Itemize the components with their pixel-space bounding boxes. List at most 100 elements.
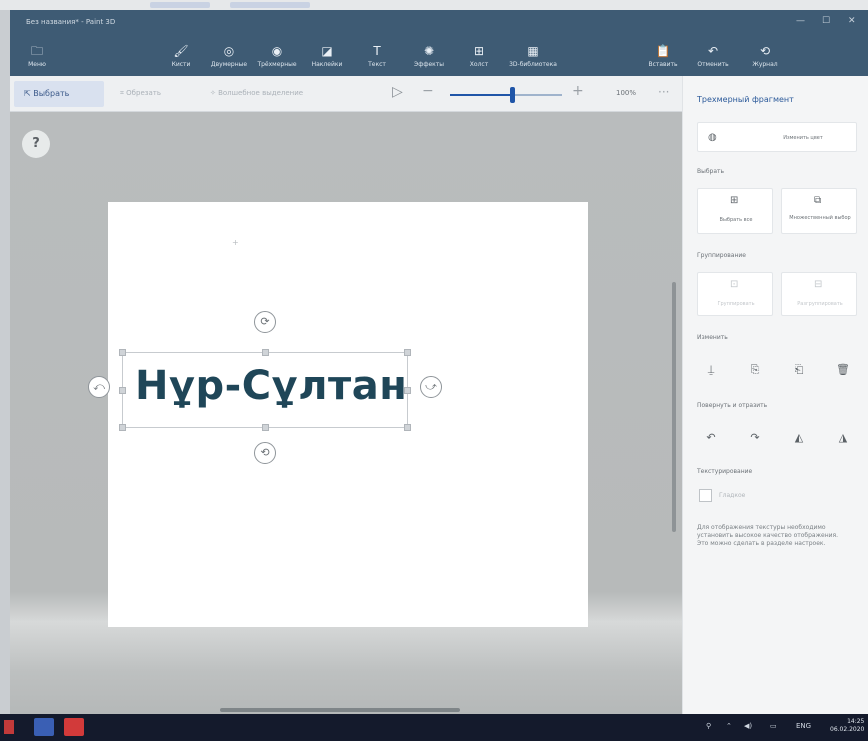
history-button[interactable]: ⟲ Журнал bbox=[738, 44, 792, 68]
select-tool-button[interactable]: ⇱ Выбрать bbox=[14, 81, 104, 107]
text-button[interactable]: T Текст bbox=[350, 44, 404, 68]
select-all-icon: ⊞ bbox=[730, 195, 739, 206]
shapes-3d-icon: ◉ bbox=[271, 44, 283, 58]
folder-icon: 🗀 bbox=[30, 44, 43, 58]
magic-select-button[interactable]: ✧ Волшебное выделение bbox=[210, 89, 303, 97]
help-button[interactable]: ? bbox=[22, 130, 50, 158]
browser-strip bbox=[0, 0, 868, 10]
resize-handle[interactable] bbox=[262, 424, 269, 431]
align-left-icon[interactable]: ⍊ bbox=[697, 358, 725, 382]
undo-button[interactable]: ↶ Отменить bbox=[686, 44, 740, 68]
magic-select-icon: ✧ bbox=[210, 89, 219, 97]
start-icon[interactable] bbox=[4, 720, 14, 734]
minimize-button[interactable]: — bbox=[796, 16, 805, 26]
texture-description: Для отображения текстуры необходимо уста… bbox=[697, 524, 839, 547]
zoom-slider[interactable] bbox=[450, 87, 562, 103]
rotate-y-handle[interactable]: ⤺ bbox=[88, 376, 110, 398]
rotate-left-icon[interactable]: ↶ bbox=[697, 426, 725, 450]
text-icon: T bbox=[373, 44, 381, 58]
resize-handle[interactable] bbox=[119, 424, 126, 431]
horizontal-scrollbar[interactable] bbox=[220, 708, 460, 712]
resize-handle[interactable] bbox=[404, 424, 411, 431]
resize-handle[interactable] bbox=[404, 349, 411, 356]
rotate-right-icon[interactable]: ↷ bbox=[741, 426, 769, 450]
drawing-canvas[interactable]: + Нұр-Сұлтан ⟳ ⟲ ⤺ ⤻ bbox=[88, 202, 588, 627]
smooth-checkbox[interactable] bbox=[699, 489, 712, 502]
edit-color-button[interactable]: ◍ Изменить цвет bbox=[697, 122, 857, 152]
depth-handle[interactable]: ⤻ bbox=[420, 376, 442, 398]
multi-select-icon: ⧉ bbox=[814, 195, 822, 206]
play-icon[interactable]: ▷ bbox=[392, 84, 403, 100]
zoom-in-button[interactable]: + bbox=[572, 83, 584, 99]
browser-tab[interactable] bbox=[150, 2, 210, 8]
app-icon[interactable] bbox=[34, 718, 54, 736]
shapes-3d-button[interactable]: ◉ Трёхмерные bbox=[250, 44, 304, 68]
brushes-button[interactable]: 🖌 Кисти bbox=[154, 44, 208, 68]
zoom-value: 100% bbox=[616, 89, 637, 97]
section-flip-label: Изменить bbox=[697, 334, 728, 341]
rotate-z-handle[interactable]: ⟳ bbox=[254, 311, 276, 333]
library-button[interactable]: ▦ 3D-библиотека bbox=[506, 44, 560, 68]
canvas-icon: ⊞ bbox=[473, 44, 485, 58]
effects-label: Эффекты bbox=[414, 61, 444, 68]
canvas-button[interactable]: ⊞ Холст bbox=[452, 44, 506, 68]
undo-icon: ↶ bbox=[707, 44, 719, 58]
flip-horizontal-icon[interactable]: ◭ bbox=[785, 426, 813, 450]
canvas-marker: + bbox=[232, 238, 239, 247]
canvas-text[interactable]: Нұр-Сұлтан bbox=[135, 363, 407, 409]
zoom-slider-thumb[interactable] bbox=[509, 87, 515, 103]
browser-tab[interactable] bbox=[230, 2, 310, 8]
clock[interactable]: 14:25 06.02.2020 bbox=[830, 718, 864, 734]
paste-icon[interactable]: ⎗ bbox=[785, 358, 813, 382]
ungroup-button[interactable]: ⊟ Разгруппировать bbox=[781, 272, 857, 316]
stickers-button[interactable]: ◪ Наклейки bbox=[300, 44, 354, 68]
maximize-button[interactable]: ☐ bbox=[822, 16, 830, 26]
zoom-slider-fill bbox=[450, 94, 512, 96]
resize-handle[interactable] bbox=[119, 387, 126, 394]
color-picker-icon: ◍ bbox=[708, 132, 717, 143]
volume-icon[interactable]: ◀) bbox=[744, 722, 752, 730]
resize-handle[interactable] bbox=[262, 349, 269, 356]
select-label: Выбрать bbox=[33, 89, 70, 98]
toolbar: ⇱ Выбрать ⌗ Обрезать ✧ Волшебное выделен… bbox=[10, 76, 682, 112]
crop-button[interactable]: ⌗ Обрезать bbox=[120, 89, 161, 98]
delete-icon[interactable]: 🗑 bbox=[829, 358, 857, 382]
text-label: Текст bbox=[368, 61, 386, 68]
menu-button[interactable]: 🗀 Меню bbox=[10, 44, 64, 68]
effects-icon: ✺ bbox=[423, 44, 435, 58]
text-object-selection[interactable]: Нұр-Сұлтан bbox=[119, 349, 411, 431]
window-title: Без названия* - Paint 3D bbox=[26, 18, 116, 26]
chevron-up-icon[interactable]: ⌃ bbox=[726, 722, 732, 730]
more-options-button[interactable]: ··· bbox=[658, 85, 669, 99]
select-all-button[interactable]: ⊞ Выбрать все bbox=[697, 188, 773, 234]
taskbar: ⚲ ⌃ ◀) ▭ ENG 14:25 06.02.2020 bbox=[0, 714, 868, 741]
flip-vertical-icon[interactable]: ◮ bbox=[829, 426, 857, 450]
left-edge bbox=[0, 10, 10, 714]
clock-time: 14:25 bbox=[847, 718, 865, 725]
network-icon[interactable]: ⚲ bbox=[706, 722, 711, 730]
section-group-label: Группирование bbox=[697, 252, 746, 259]
effects-button[interactable]: ✺ Эффекты bbox=[402, 44, 456, 68]
paste-button[interactable]: 📋 Вставить bbox=[636, 44, 690, 68]
multi-select-button[interactable]: ⧉ Множественный выбор bbox=[781, 188, 857, 234]
language-indicator[interactable]: ENG bbox=[796, 722, 811, 730]
group-button[interactable]: ⊡ Группировать bbox=[697, 272, 773, 316]
copy-icon[interactable]: ⎘ bbox=[741, 358, 769, 382]
magic-select-label: Волшебное выделение bbox=[218, 89, 304, 97]
group-icon: ⊡ bbox=[730, 279, 739, 290]
shapes-2d-icon: ◎ bbox=[223, 44, 235, 58]
shapes-2d-button[interactable]: ◎ Двумерные bbox=[202, 44, 256, 68]
close-button[interactable]: ✕ bbox=[848, 16, 856, 26]
resize-handle[interactable] bbox=[404, 387, 411, 394]
rotate-x-handle[interactable]: ⟲ bbox=[254, 442, 276, 464]
sticker-icon: ◪ bbox=[321, 44, 333, 58]
vertical-scrollbar[interactable] bbox=[672, 282, 676, 532]
zoom-out-button[interactable]: − bbox=[422, 83, 434, 99]
brush-icon: 🖌 bbox=[173, 44, 189, 58]
battery-icon[interactable]: ▭ bbox=[770, 722, 777, 730]
resize-handle[interactable] bbox=[119, 349, 126, 356]
app-icon[interactable] bbox=[64, 718, 84, 736]
clock-date: 06.02.2020 bbox=[830, 726, 865, 733]
shapes-3d-label: Трёхмерные bbox=[257, 61, 297, 68]
multi-select-label: Множественный выбор bbox=[789, 215, 851, 221]
